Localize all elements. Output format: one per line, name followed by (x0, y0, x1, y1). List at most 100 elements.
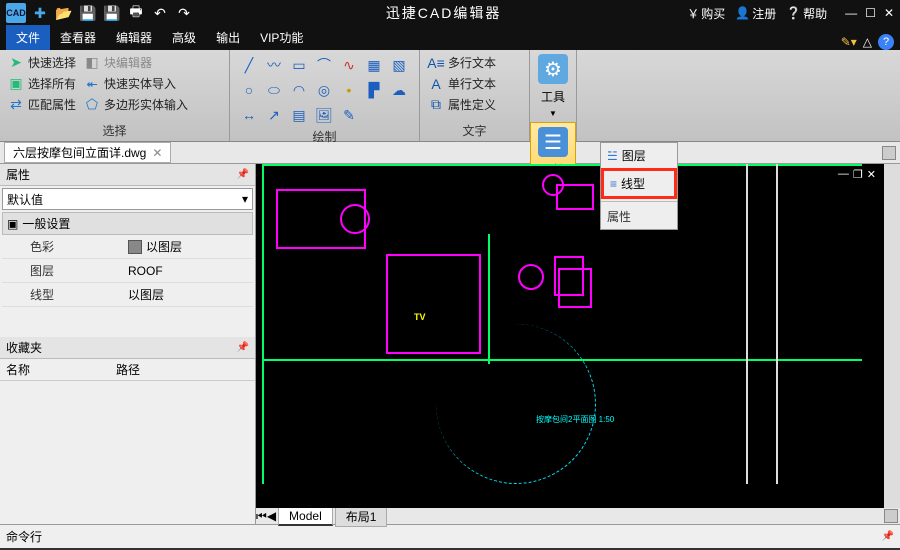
poly-solid-input[interactable]: ⬠多边形实体输入 (84, 96, 188, 113)
tab-advanced[interactable]: 高级 (162, 25, 206, 50)
cursor-icon: ➤ (8, 55, 24, 71)
tab-editor[interactable]: 编辑器 (106, 25, 162, 50)
vertical-scrollbar[interactable] (884, 164, 900, 508)
tab-close-icon[interactable]: ✕ (152, 146, 162, 160)
spline-icon[interactable]: ∿ (338, 54, 360, 76)
qat-undo-icon[interactable]: ↶ (150, 3, 170, 23)
tab-file[interactable]: 文件 (6, 25, 50, 50)
favorites-header: 名称路径 (0, 359, 255, 381)
ellipse-icon[interactable]: ⬭ (263, 79, 285, 101)
properties-icon: ☰ (538, 127, 568, 157)
leader-icon[interactable]: ↗ (263, 104, 285, 126)
pin-icon[interactable]: 📌 (237, 169, 249, 180)
minimize-button[interactable]: — (845, 6, 857, 20)
mdi-min-icon[interactable]: — (838, 168, 849, 181)
general-section[interactable]: ▣一般设置 (2, 212, 253, 235)
tab-viewer[interactable]: 查看器 (50, 25, 106, 50)
favorites-title: 收藏夹 (6, 339, 42, 356)
region-icon[interactable]: ▧ (388, 54, 410, 76)
chevron-down-icon: ▼ (549, 109, 557, 118)
commandline-label[interactable]: 命令行 (6, 528, 42, 545)
coin-icon: ￥ (687, 5, 699, 22)
block-insert-icon[interactable]: ▛ (363, 79, 385, 101)
select-all[interactable]: ▣选择所有 (8, 75, 76, 92)
linetype-icon: ≡ (610, 177, 617, 191)
tab-vip[interactable]: VIP功能 (250, 25, 313, 50)
match-properties[interactable]: ⇄匹配属性 (8, 96, 76, 113)
hscroll-menu[interactable] (884, 509, 898, 523)
tools-button[interactable]: ⚙ 工具▼ (530, 50, 576, 122)
text-icon: A (428, 76, 444, 92)
dim-icon[interactable]: ↔ (238, 104, 260, 126)
polyline-icon[interactable]: 〰 (263, 54, 285, 76)
mdi-restore-icon[interactable]: ❐ (853, 168, 863, 181)
sheet-nav-first[interactable]: ⏮ (256, 509, 267, 524)
qat-save-icon[interactable]: 💾 (78, 3, 98, 23)
prop-layer[interactable]: 图层ROOF (2, 259, 253, 283)
maximize-button[interactable]: ☐ (865, 6, 876, 20)
collapse-icon: ▣ (7, 217, 18, 231)
popup-props[interactable]: 属性 (601, 201, 677, 229)
group-select-label: 选择 (8, 120, 221, 139)
tab-output[interactable]: 输出 (206, 25, 250, 50)
pin-icon[interactable]: 📌 (882, 531, 894, 542)
polygon-icon: ⬠ (84, 97, 100, 113)
qat-saveall-icon[interactable]: 💾 (102, 3, 122, 23)
select-all-icon: ▣ (8, 76, 24, 92)
props-panel-title: 属性 (6, 166, 30, 183)
help-icon: ❔ (786, 6, 801, 20)
drawing-canvas[interactable]: — ❐ ✕ 按摩包间2平面图 1:50 (256, 164, 900, 508)
hatch-icon[interactable]: ▦ (363, 54, 385, 76)
chevron-down-icon: ▾ (242, 192, 248, 206)
register-link[interactable]: 👤注册 (735, 5, 776, 22)
ribbon-min-icon[interactable]: △ (863, 35, 872, 49)
block-editor[interactable]: ◧块编辑器 (84, 54, 188, 71)
qat-open-icon[interactable]: 📂 (54, 3, 74, 23)
arc-icon[interactable]: ⌒ (313, 54, 335, 76)
sheet-nav-prev[interactable]: ◀ (267, 509, 276, 523)
ribbon-style-icon[interactable]: ✎▾ (841, 35, 857, 49)
pin-icon[interactable]: 📌 (237, 342, 249, 353)
tools-icon: ⚙ (538, 54, 568, 84)
default-combo[interactable]: 默认值▾ (2, 188, 253, 210)
quick-select[interactable]: ➤快速选择 (8, 54, 76, 71)
user-icon: 👤 (735, 6, 750, 20)
qat-new-icon[interactable]: ✚ (30, 3, 50, 23)
prop-color[interactable]: 色彩以图层 (2, 235, 253, 259)
ring-icon[interactable]: ◎ (313, 79, 335, 101)
buy-link[interactable]: ￥购买 (687, 5, 725, 22)
multiline-text[interactable]: A≡多行文本 (428, 54, 496, 71)
import-solid[interactable]: ⯬快速实体导入 (84, 75, 188, 92)
circle-icon[interactable]: ○ (238, 79, 260, 101)
app-logo: CAD (6, 3, 26, 23)
attr-def[interactable]: ⧉属性定义 (428, 96, 496, 113)
table-icon[interactable]: ▤ (288, 104, 310, 126)
ellipse-arc-icon[interactable]: ◠ (288, 79, 310, 101)
help-link[interactable]: ❔帮助 (786, 5, 827, 22)
qat-print-icon[interactable]: 🖶 (126, 3, 146, 23)
prop-linetype[interactable]: 线型以图层 (2, 283, 253, 307)
single-text[interactable]: A单行文本 (428, 75, 496, 92)
document-tab[interactable]: 六层按摩包间立面详.dwg ✕ (4, 142, 171, 163)
sketch-icon[interactable]: ✎ (338, 104, 360, 126)
rect-icon[interactable]: ▭ (288, 54, 310, 76)
close-button[interactable]: ✕ (884, 6, 894, 20)
draw-tools-grid: ╱ 〰 ▭ ⌒ ∿ ▦ ▧ ○ ⬭ ◠ ◎ • ▛ ☁ ↔ ↗ ▤ 🖼 ✎ (238, 54, 410, 126)
properties-dropdown: ☱图层 ≡线型 属性 (600, 142, 678, 230)
cloud-icon[interactable]: ☁ (388, 79, 410, 101)
attr-icon: ⧉ (428, 97, 444, 113)
popup-linetype[interactable]: ≡线型 (601, 168, 677, 199)
mtext-icon: A≡ (428, 55, 444, 71)
point-icon[interactable]: • (338, 79, 360, 101)
image-icon[interactable]: 🖼 (313, 104, 335, 126)
ribbon-help-icon[interactable]: ? (878, 34, 894, 50)
qat-redo-icon[interactable]: ↷ (174, 3, 194, 23)
match-icon: ⇄ (8, 97, 24, 113)
line-icon[interactable]: ╱ (238, 54, 260, 76)
color-swatch (128, 240, 142, 254)
popup-layer[interactable]: ☱图层 (601, 143, 677, 168)
sheet-model[interactable]: Model (278, 507, 333, 526)
doctabs-menu[interactable] (882, 146, 896, 160)
sheet-layout1[interactable]: 布局1 (335, 506, 388, 527)
mdi-close-icon[interactable]: ✕ (867, 168, 876, 181)
